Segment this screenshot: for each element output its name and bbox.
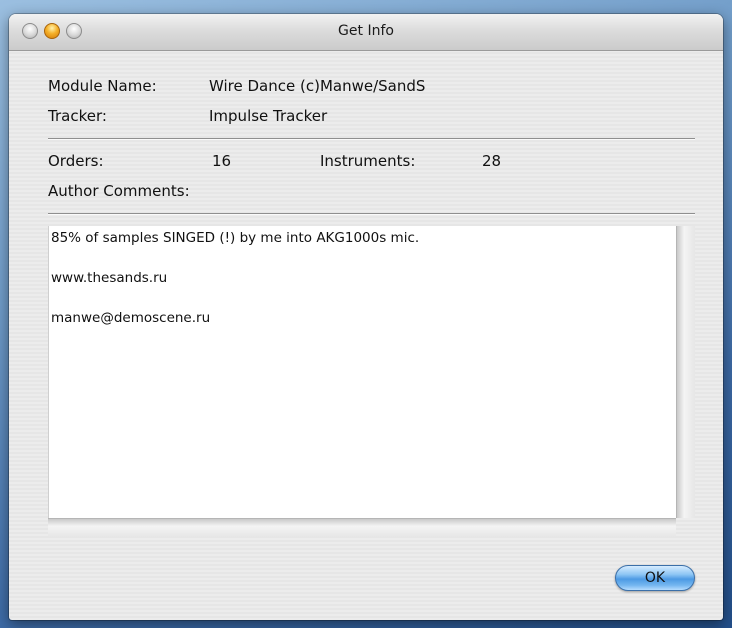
tracker-value: Impulse Tracker: [209, 107, 328, 125]
ok-button[interactable]: OK: [615, 565, 695, 591]
orders-label: Orders:: [48, 152, 104, 170]
instruments-label: Instruments:: [320, 152, 416, 170]
author-comments-label: Author Comments:: [48, 182, 190, 200]
window-title: Get Info: [338, 23, 394, 39]
orders-value: 16: [212, 152, 232, 170]
author-comments-text[interactable]: 85% of samples SINGED (!) by me into AKG…: [48, 226, 676, 518]
horizontal-scrollbar[interactable]: [48, 518, 676, 537]
separator-top: [48, 138, 695, 139]
module-name-label: Module Name:: [48, 77, 157, 95]
comment-line: 85% of samples SINGED (!) by me into AKG…: [51, 230, 420, 246]
title-bar[interactable]: Get Info: [9, 14, 723, 51]
module-name-value: Wire Dance (c)Manwe/SandS: [209, 77, 426, 95]
comment-line: www.thesands.ru: [51, 270, 168, 286]
tracker-label: Tracker:: [48, 107, 107, 125]
vertical-scrollbar[interactable]: [676, 226, 695, 518]
get-info-window: Get Info Module Name: Wire Dance (c)Manw…: [9, 14, 723, 620]
comment-line: manwe@demoscene.ru: [51, 310, 211, 326]
instruments-value: 28: [482, 152, 502, 170]
separator-bottom: [48, 213, 695, 214]
